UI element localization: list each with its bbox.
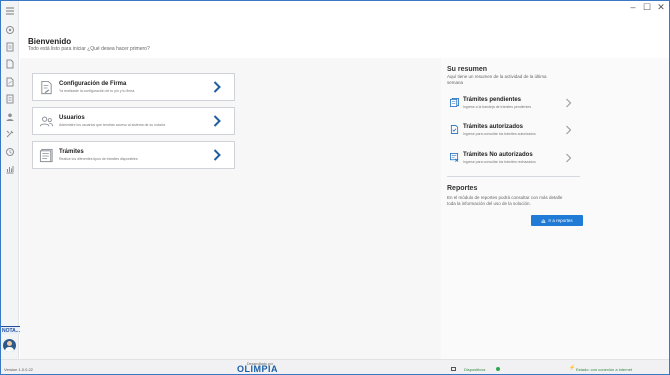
rejected-icon [450,153,459,162]
circle-settings-icon[interactable] [5,25,15,35]
chevron-right-icon [212,114,222,128]
chevron-right-icon [565,125,572,135]
card-title: Configuración de Firma [59,81,127,87]
user-label[interactable]: NOTA... [1,326,20,334]
authorized-icon [450,125,459,134]
page-title: Bienvenido [28,37,72,46]
summary-item-authorized[interactable]: Trámites autorizados Ingrese para consul… [450,124,575,142]
pending-icon [450,98,459,107]
menu-icon[interactable] [5,6,15,16]
users-icon [39,114,54,129]
minimize-button[interactable]: – [628,2,638,12]
devices-label[interactable]: Dispositivos [464,367,485,372]
summary-item-description: Ingrese para consultar los trámites auto… [463,132,536,136]
device-status-dot [496,367,500,371]
card-procedures[interactable]: Trámites Realice los diferentes tipos de… [32,141,235,169]
chart-icon[interactable] [5,164,15,174]
go-to-reports-label: Ir a reportes [548,218,573,223]
main-panel [20,58,441,359]
summary-item-title: Trámites autorizados [463,124,524,130]
version-label: Version 1.0.0.22 [4,367,33,372]
card-title: Trámites [59,149,84,155]
chart-icon [541,219,546,223]
chevron-right-icon [565,153,572,163]
summary-item-title: Trámites pendientes [463,97,522,103]
procedures-icon [39,148,54,163]
card-users[interactable]: Usuarios Administre los usuarios que ten… [32,107,235,135]
connection-status: Estado: con conexión a internet [576,367,633,372]
card-signature-config[interactable]: Configuración de Firma Ya realizaste la … [32,73,235,101]
close-button[interactable]: ✕ [656,2,666,12]
signature-document-icon [39,80,54,95]
summary-divider [447,176,580,177]
card-description: Administre los usuarios que tendrán acce… [59,123,166,127]
user-icon[interactable] [5,112,15,122]
sidebar [1,1,19,359]
summary-title: Su resumen [447,66,488,73]
file-sign-icon[interactable] [5,77,15,87]
summary-item-title: Trámites No autorizados [463,152,533,158]
reports-title: Reportes [447,185,478,192]
avatar[interactable] [3,339,16,352]
devices-icon [451,367,456,371]
olimpia-logo: OLIMPIA [237,364,278,374]
chevron-right-icon [212,148,222,162]
reports-description: En el módulo de reportes podrá consultar… [447,195,563,206]
tools-icon[interactable] [5,129,15,139]
clock-icon[interactable] [5,147,15,157]
connection-plug-icon: ⚡ [569,365,576,371]
card-description: Ya realizaste la configuración de tu pin… [59,89,136,93]
page-subtitle: Todo está listo para iniciar ¿Qué desea … [28,46,150,52]
summary-item-pending[interactable]: Trámites pendientes Ingrese a la bandeja… [450,97,575,115]
summary-description: Aquí tiene un resumen de la actividad de… [447,74,547,85]
window-controls: – ☐ ✕ [628,2,666,12]
chevron-right-icon [212,80,222,94]
go-to-reports-button[interactable]: Ir a reportes [531,215,583,226]
summary-item-rejected[interactable]: Trámites No autorizados Ingrese para con… [450,152,575,170]
summary-item-description: Ingrese para consultar los trámites rech… [463,160,536,164]
summary-item-description: Ingrese a la bandeja de trámites pendien… [463,105,532,109]
card-description: Realice los diferentes tipos de trámites… [59,157,138,161]
maximize-button[interactable]: ☐ [642,2,652,12]
documents-icon[interactable] [5,42,15,52]
document-icon[interactable] [5,59,15,69]
card-title: Usuarios [59,115,85,121]
chevron-right-icon [565,98,572,108]
file-list-icon[interactable] [5,94,15,104]
